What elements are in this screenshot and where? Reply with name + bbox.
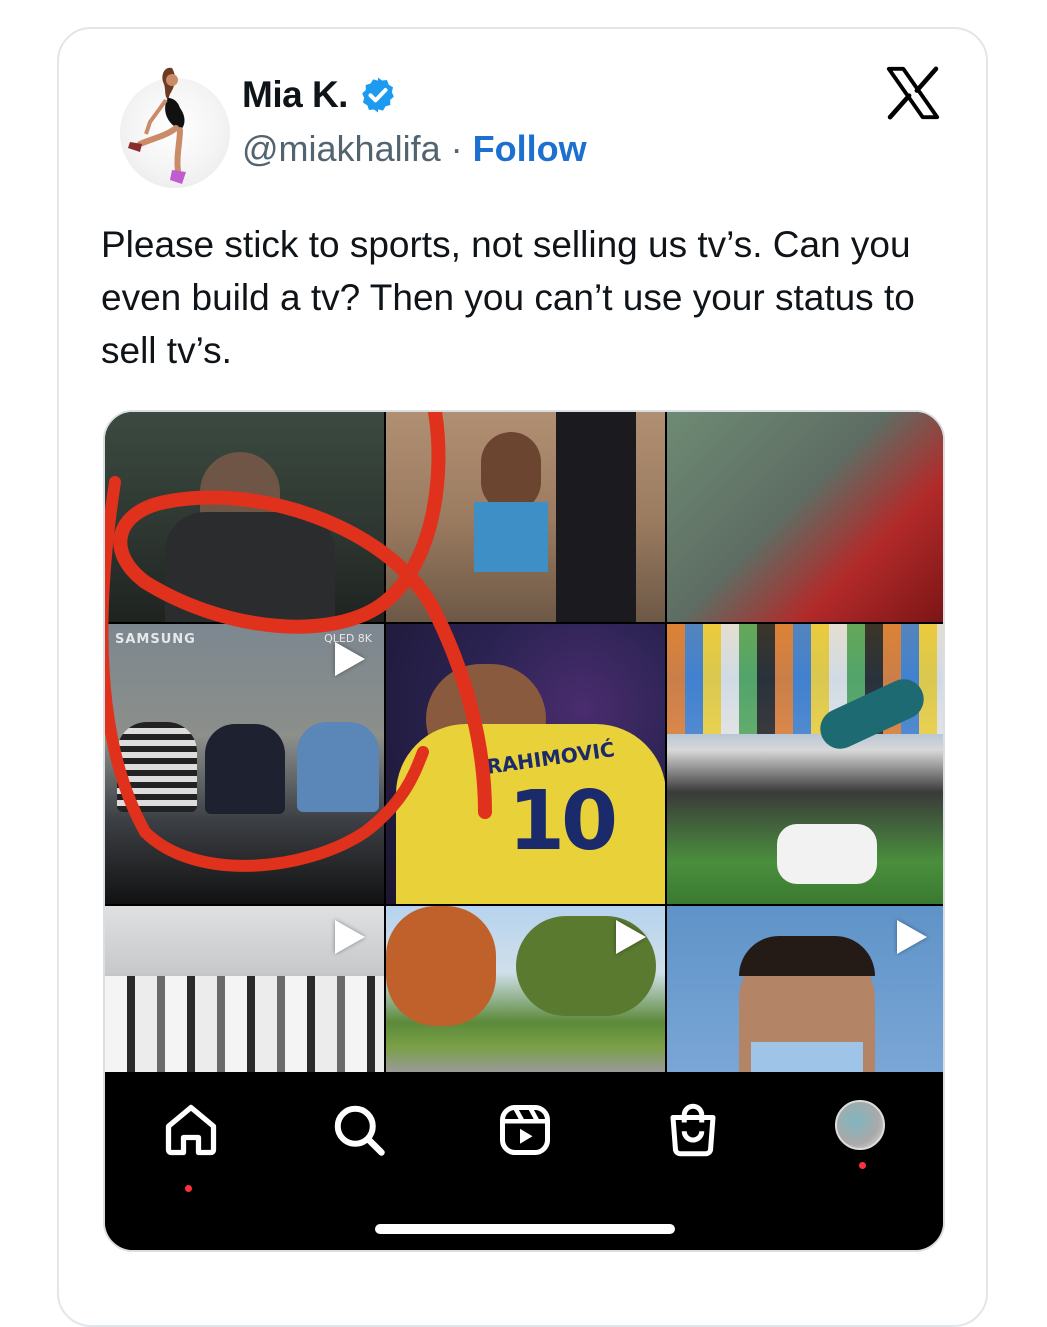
separator-dot: ·: [450, 128, 463, 169]
home-notification-dot: [185, 1185, 192, 1192]
author-name[interactable]: Mia K.: [242, 74, 348, 116]
profile-avatar[interactable]: [835, 1100, 885, 1150]
author-avatar[interactable]: [120, 60, 230, 188]
search-icon[interactable]: [329, 1100, 389, 1160]
x-logo-icon[interactable]: [884, 64, 942, 122]
profile-notification-dot: [859, 1162, 866, 1169]
author-handle[interactable]: @miakhalifa: [242, 128, 441, 170]
home-icon[interactable]: [161, 1100, 221, 1160]
verified-badge-icon: [362, 77, 394, 113]
instagram-tab-bar: [105, 1072, 943, 1250]
instagram-grid: SAMSUNG QLED 8K RAHIMOVIĆ 10: [105, 412, 943, 1072]
shop-icon[interactable]: [663, 1100, 723, 1160]
tweet-media-image[interactable]: SAMSUNG QLED 8K RAHIMOVIĆ 10: [103, 410, 945, 1252]
red-annotation-scribble: [105, 412, 492, 872]
reels-icon[interactable]: [495, 1100, 555, 1160]
follow-button[interactable]: Follow: [473, 128, 587, 170]
home-indicator: [375, 1224, 675, 1234]
tweet-text: Please stick to sports, not selling us t…: [101, 224, 915, 371]
